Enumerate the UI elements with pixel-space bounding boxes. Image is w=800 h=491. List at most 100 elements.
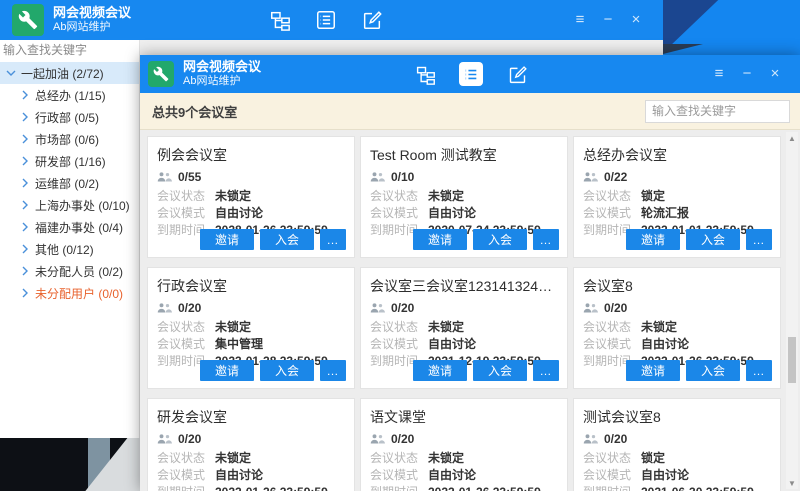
minimize-button[interactable]: − bbox=[738, 66, 756, 81]
org-chart-icon[interactable] bbox=[413, 62, 437, 86]
sidebar-tree-item[interactable]: 未分配用户 (0/0) bbox=[0, 282, 139, 304]
app-logo-wrench-icon bbox=[12, 4, 44, 36]
invite-button[interactable]: 邀请 bbox=[200, 360, 254, 381]
sidebar-tree-item[interactable]: 其他 (0/12) bbox=[0, 238, 139, 260]
invite-button[interactable]: 邀请 bbox=[200, 229, 254, 250]
close-button[interactable]: × bbox=[627, 12, 645, 27]
room-search-input[interactable] bbox=[645, 100, 790, 123]
tree-item-label: 运维部 (0/2) bbox=[35, 175, 99, 192]
sidebar-tree-item[interactable]: 行政部 (0/5) bbox=[0, 106, 139, 128]
summary-bar: 总共9个会议室 bbox=[140, 93, 800, 130]
join-button[interactable]: 入会 bbox=[473, 360, 527, 381]
tree-item-label: 上海办事处 (0/10) bbox=[35, 197, 130, 214]
room-count: 0/20 bbox=[391, 432, 414, 446]
room-name: Test Room 测试教室 bbox=[370, 145, 558, 165]
invite-button[interactable]: 邀请 bbox=[413, 229, 467, 250]
mode-value: 集中管理 bbox=[215, 336, 263, 353]
vertical-scrollbar[interactable]: ▲ ▼ bbox=[786, 132, 798, 489]
mode-value: 轮流汇报 bbox=[641, 205, 689, 222]
join-button[interactable]: 入会 bbox=[473, 229, 527, 250]
more-options-button[interactable]: … bbox=[746, 360, 772, 381]
tree-chevron-icon[interactable] bbox=[18, 112, 32, 122]
tree-chevron-icon[interactable] bbox=[18, 134, 32, 144]
join-button[interactable]: 入会 bbox=[260, 229, 314, 250]
mode-label: 会议模式 bbox=[583, 205, 641, 222]
expire-field: 到期时间 2022-01-26 23:59:59 bbox=[370, 484, 558, 491]
sidebar-search-input[interactable] bbox=[0, 40, 139, 60]
meeting-room-card: 测试会议室8 0/20 会议状态 锁定 会议模式 自由讨论 到期时间 2021-… bbox=[573, 398, 781, 491]
mode-label: 会议模式 bbox=[583, 336, 641, 353]
room-name: 行政会议室 bbox=[157, 276, 345, 296]
participant-count-row: 0/20 bbox=[157, 301, 345, 315]
mode-label: 会议模式 bbox=[370, 467, 428, 484]
room-count: 0/22 bbox=[604, 170, 627, 184]
tree-chevron-icon[interactable] bbox=[18, 222, 32, 232]
edit-compose-icon[interactable] bbox=[505, 62, 529, 86]
sidebar-tree-item[interactable]: 福建办事处 (0/4) bbox=[0, 216, 139, 238]
status-label: 会议状态 bbox=[370, 319, 428, 336]
scroll-down-arrow-icon[interactable]: ▼ bbox=[786, 477, 798, 489]
scroll-up-arrow-icon[interactable]: ▲ bbox=[786, 132, 798, 144]
tree-chevron-icon[interactable] bbox=[18, 288, 32, 298]
invite-button[interactable]: 邀请 bbox=[626, 360, 680, 381]
tree-item-label: 未分配用户 (0/0) bbox=[35, 285, 123, 302]
sidebar-tree-item[interactable]: 运维部 (0/2) bbox=[0, 172, 139, 194]
sidebar-tree-item[interactable]: 上海办事处 (0/10) bbox=[0, 194, 139, 216]
room-name: 例会会议室 bbox=[157, 145, 345, 165]
close-button[interactable]: × bbox=[766, 66, 784, 81]
tree-chevron-icon[interactable] bbox=[18, 156, 32, 166]
expire-value: 2021-06-30 23:59:59 bbox=[641, 484, 754, 491]
background-toolbar bbox=[268, 8, 384, 32]
more-options-button[interactable]: … bbox=[320, 360, 346, 381]
tree-chevron-icon[interactable] bbox=[4, 68, 18, 78]
join-button[interactable]: 入会 bbox=[260, 360, 314, 381]
more-options-button[interactable]: … bbox=[746, 229, 772, 250]
tree-item-label: 研发部 (1/16) bbox=[35, 153, 106, 170]
room-list-icon-active[interactable] bbox=[459, 62, 483, 86]
room-list-icon[interactable] bbox=[314, 8, 338, 32]
room-count: 0/20 bbox=[178, 301, 201, 315]
sidebar-tree-item[interactable]: 一起加油 (2/72) bbox=[0, 62, 139, 84]
room-name: 语文课堂 bbox=[370, 407, 558, 427]
room-count: 0/20 bbox=[178, 432, 201, 446]
mode-field: 会议模式 集中管理 bbox=[157, 336, 345, 353]
room-count: 0/20 bbox=[604, 301, 627, 315]
status-label: 会议状态 bbox=[370, 188, 428, 205]
app-logo-wrench-icon bbox=[148, 61, 174, 87]
tree-chevron-icon[interactable] bbox=[18, 244, 32, 254]
menu-button[interactable]: ≡ bbox=[710, 66, 728, 81]
invite-button[interactable]: 邀请 bbox=[626, 229, 680, 250]
edit-compose-icon[interactable] bbox=[360, 8, 384, 32]
tree-chevron-icon[interactable] bbox=[18, 200, 32, 210]
foreground-toolbar bbox=[413, 62, 529, 86]
room-card-grid: 例会会议室 0/55 会议状态 未锁定 会议模式 自由讨论 到期时间 2028-… bbox=[147, 136, 781, 491]
participants-icon bbox=[370, 302, 385, 314]
tree-chevron-icon[interactable] bbox=[18, 266, 32, 276]
card-actions: 邀请 入会 … bbox=[413, 360, 559, 381]
sidebar-tree-item[interactable]: 总经办 (1/15) bbox=[0, 84, 139, 106]
room-name: 总经办会议室 bbox=[583, 145, 771, 165]
more-options-button[interactable]: … bbox=[533, 229, 559, 250]
join-button[interactable]: 入会 bbox=[686, 229, 740, 250]
room-count: 0/55 bbox=[178, 170, 201, 184]
org-chart-icon[interactable] bbox=[268, 8, 292, 32]
menu-button[interactable]: ≡ bbox=[571, 12, 589, 27]
sidebar: 一起加油 (2/72) 总经办 (1/15) 行政部 (0/5) 市场部 (0/… bbox=[0, 40, 140, 438]
sidebar-tree-item[interactable]: 市场部 (0/6) bbox=[0, 128, 139, 150]
scrollbar-thumb[interactable] bbox=[788, 337, 796, 383]
minimize-button[interactable]: − bbox=[599, 12, 617, 27]
participants-icon bbox=[583, 433, 598, 445]
room-count: 0/20 bbox=[391, 301, 414, 315]
mode-field: 会议模式 轮流汇报 bbox=[583, 205, 771, 222]
tree-chevron-icon[interactable] bbox=[18, 90, 32, 100]
tree-chevron-icon[interactable] bbox=[18, 178, 32, 188]
join-button[interactable]: 入会 bbox=[686, 360, 740, 381]
sidebar-tree-item[interactable]: 研发部 (1/16) bbox=[0, 150, 139, 172]
sidebar-tree-item[interactable]: 未分配人员 (0/2) bbox=[0, 260, 139, 282]
more-options-button[interactable]: … bbox=[320, 229, 346, 250]
invite-button[interactable]: 邀请 bbox=[413, 360, 467, 381]
more-options-button[interactable]: … bbox=[533, 360, 559, 381]
status-label: 会议状态 bbox=[583, 319, 641, 336]
participant-count-row: 0/20 bbox=[370, 432, 558, 446]
status-value: 未锁定 bbox=[215, 450, 251, 467]
